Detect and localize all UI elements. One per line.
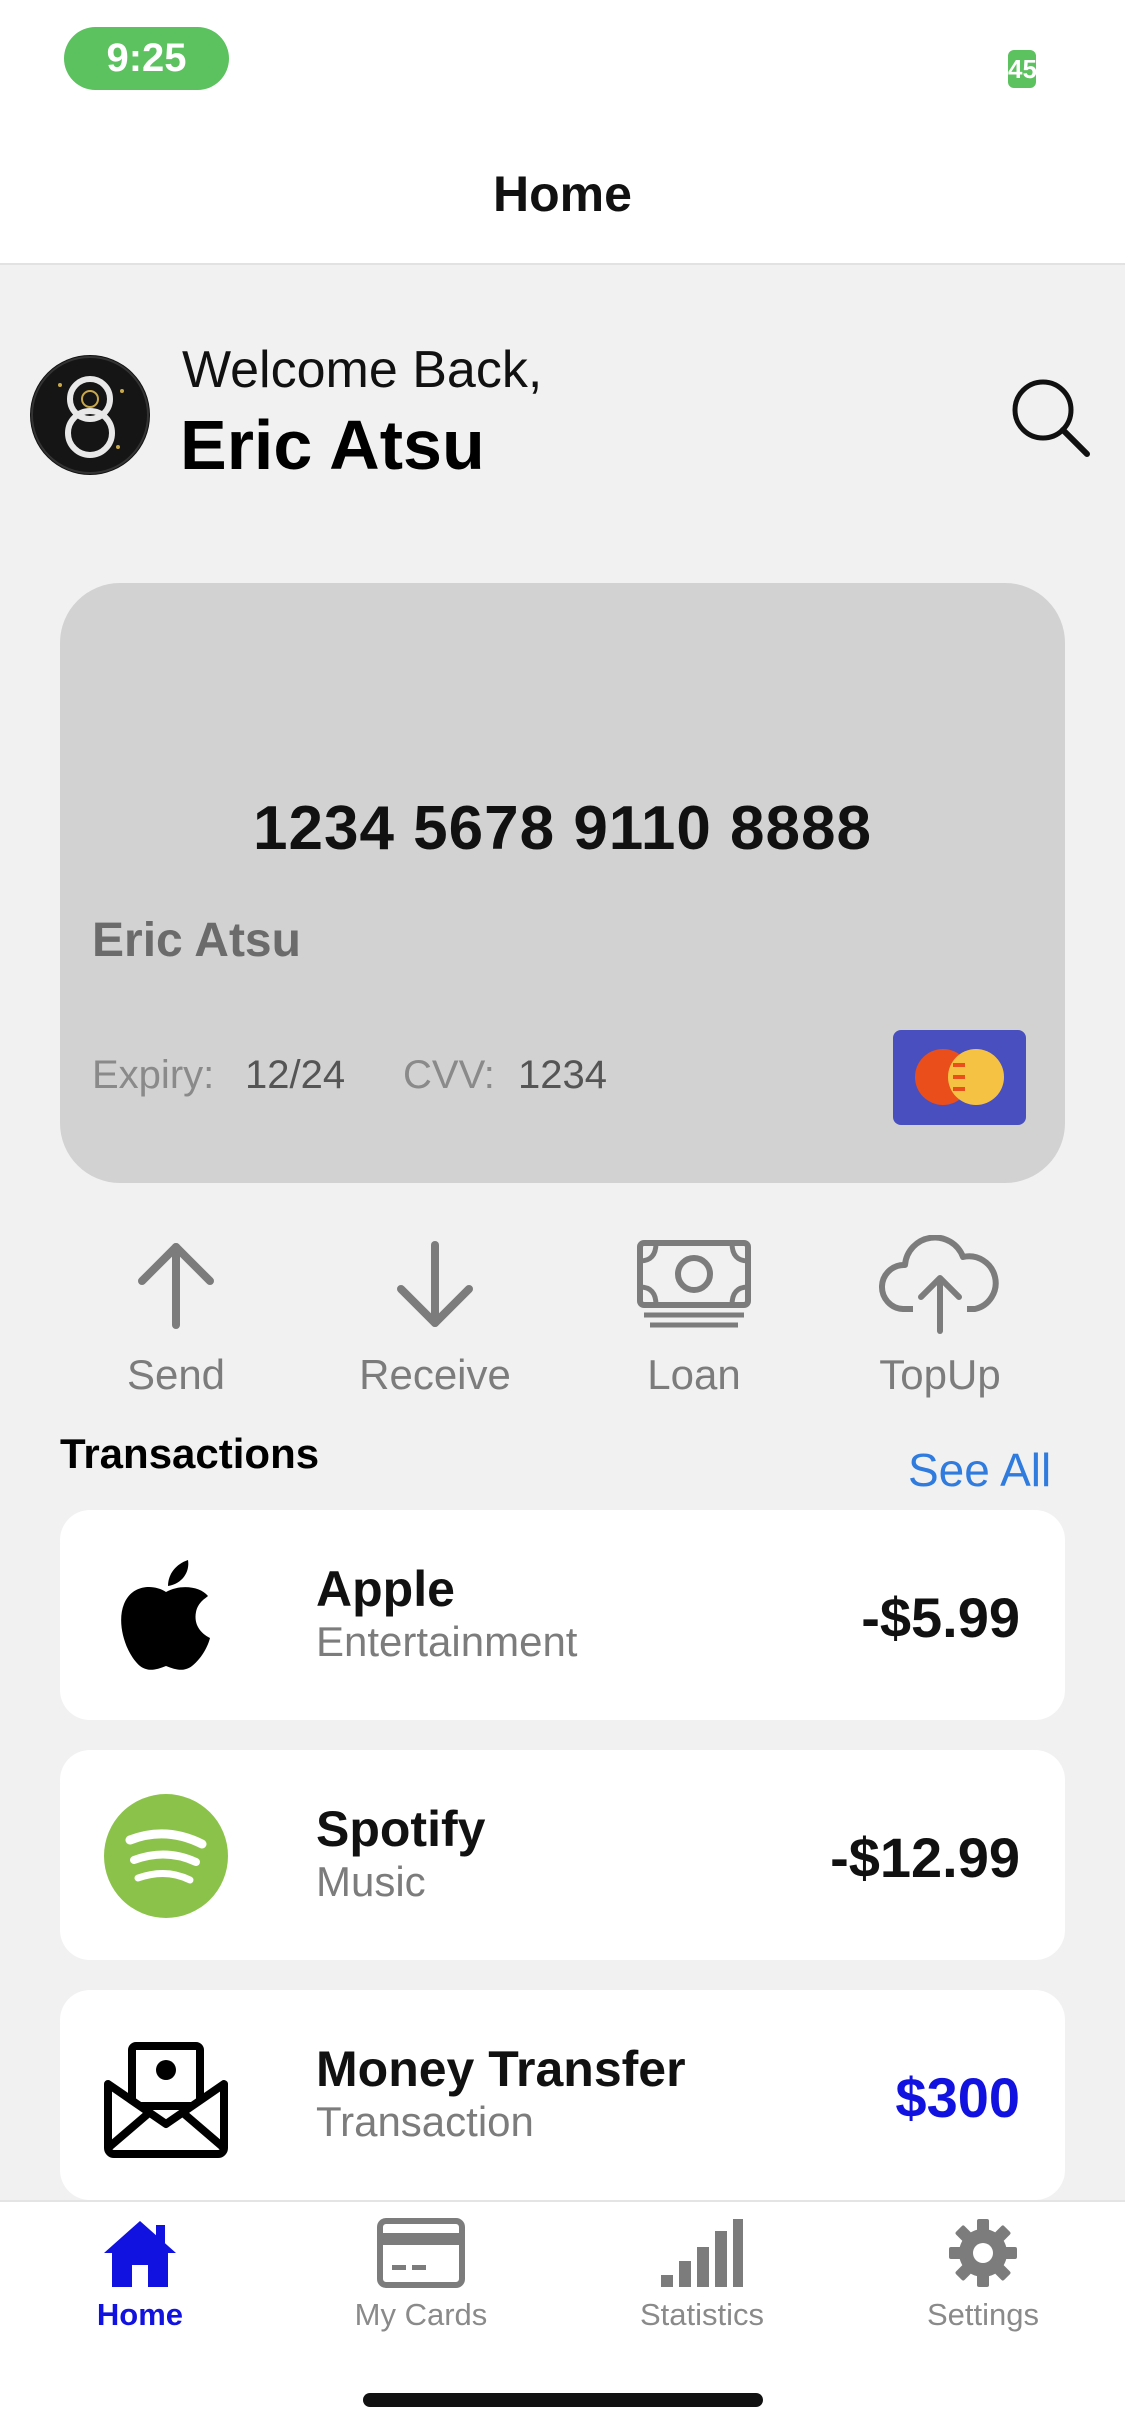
spotify-logo <box>102 1792 230 1920</box>
arrow-down-icon <box>397 1241 473 1327</box>
loan-label: Loan <box>647 1351 741 1398</box>
search-button[interactable] <box>1005 372 1095 462</box>
page-title: Home <box>493 166 632 222</box>
search-icon <box>1012 379 1090 457</box>
cvv-value: 1234 <box>518 1053 607 1097</box>
transaction-row-money-transfer[interactable]: Money Transfer Transaction $300 <box>60 1990 1065 2200</box>
topup-button[interactable]: TopUp <box>830 1235 1050 1399</box>
topup-label: TopUp <box>879 1351 1001 1398</box>
welcome-text: Welcome Back, <box>182 341 543 399</box>
tab-statistics-label: Statistics <box>639 2297 765 2332</box>
tab-home-label: Home <box>96 2297 184 2332</box>
top-bar: 9:25 45 Home <box>0 0 1125 265</box>
transaction-amount: -$12.99 <box>830 1826 1020 1889</box>
tab-my-cards[interactable]: My Cards <box>311 2217 531 2333</box>
transaction-amount: $300 <box>895 2066 1020 2129</box>
cash-icon <box>637 1240 751 1328</box>
card-holder-name: Eric Atsu <box>92 914 301 967</box>
arrow-up-icon <box>138 1243 214 1329</box>
cloud-upload-icon <box>879 1235 999 1334</box>
signal-bars-icon <box>661 2219 743 2287</box>
tab-settings[interactable]: Settings <box>873 2217 1093 2333</box>
apple-logo <box>102 1552 230 1680</box>
battery-icon: 45 <box>1008 50 1036 88</box>
tab-my-cards-label: My Cards <box>354 2297 488 2332</box>
mastercard-logo <box>893 1030 1026 1125</box>
transaction-category: Transaction <box>316 2098 534 2145</box>
receive-button[interactable]: Receive <box>325 1235 545 1399</box>
receive-label: Receive <box>359 1351 511 1398</box>
expiry-label: Expiry: <box>92 1053 215 1097</box>
status-time: 9:25 <box>64 27 229 90</box>
loan-button[interactable]: Loan <box>584 1235 804 1399</box>
gear-icon <box>949 2219 1017 2287</box>
envelope-icon <box>102 2032 230 2160</box>
payment-card[interactable]: 1234 5678 9110 8888 Eric Atsu Expiry: 12… <box>60 583 1065 1183</box>
expiry-value: 12/24 <box>245 1053 346 1097</box>
avatar-image <box>31 356 149 474</box>
see-all-link[interactable]: See All <box>908 1443 1051 1497</box>
transaction-name: Spotify <box>316 1801 486 1857</box>
send-label: Send <box>126 1351 226 1398</box>
transactions-title: Transactions <box>60 1430 320 1477</box>
user-name: Eric Atsu <box>180 406 485 484</box>
card-icon <box>377 2218 465 2288</box>
send-button[interactable]: Send <box>66 1235 286 1399</box>
transaction-name: Money Transfer <box>316 2041 686 2097</box>
tab-home[interactable]: Home <box>30 2217 250 2333</box>
transaction-row-spotify[interactable]: Spotify Music -$12.99 <box>60 1750 1065 1960</box>
avatar[interactable] <box>30 355 150 475</box>
card-number: 1234 5678 9110 8888 <box>253 794 872 863</box>
home-icon <box>104 2221 176 2287</box>
transaction-amount: -$5.99 <box>861 1586 1020 1649</box>
transaction-category: Entertainment <box>316 1618 578 1665</box>
cvv-label: CVV: <box>403 1053 495 1097</box>
transaction-category: Music <box>316 1858 426 1905</box>
home-screen: 9:25 45 Home Welcome Back, Eric Atsu 123… <box>0 0 1125 2436</box>
tab-settings-label: Settings <box>926 2297 1039 2332</box>
home-indicator[interactable] <box>363 2393 763 2407</box>
tab-statistics[interactable]: Statistics <box>592 2217 812 2333</box>
transaction-name: Apple <box>316 1561 455 1617</box>
transaction-row-apple[interactable]: Apple Entertainment -$5.99 <box>60 1510 1065 1720</box>
